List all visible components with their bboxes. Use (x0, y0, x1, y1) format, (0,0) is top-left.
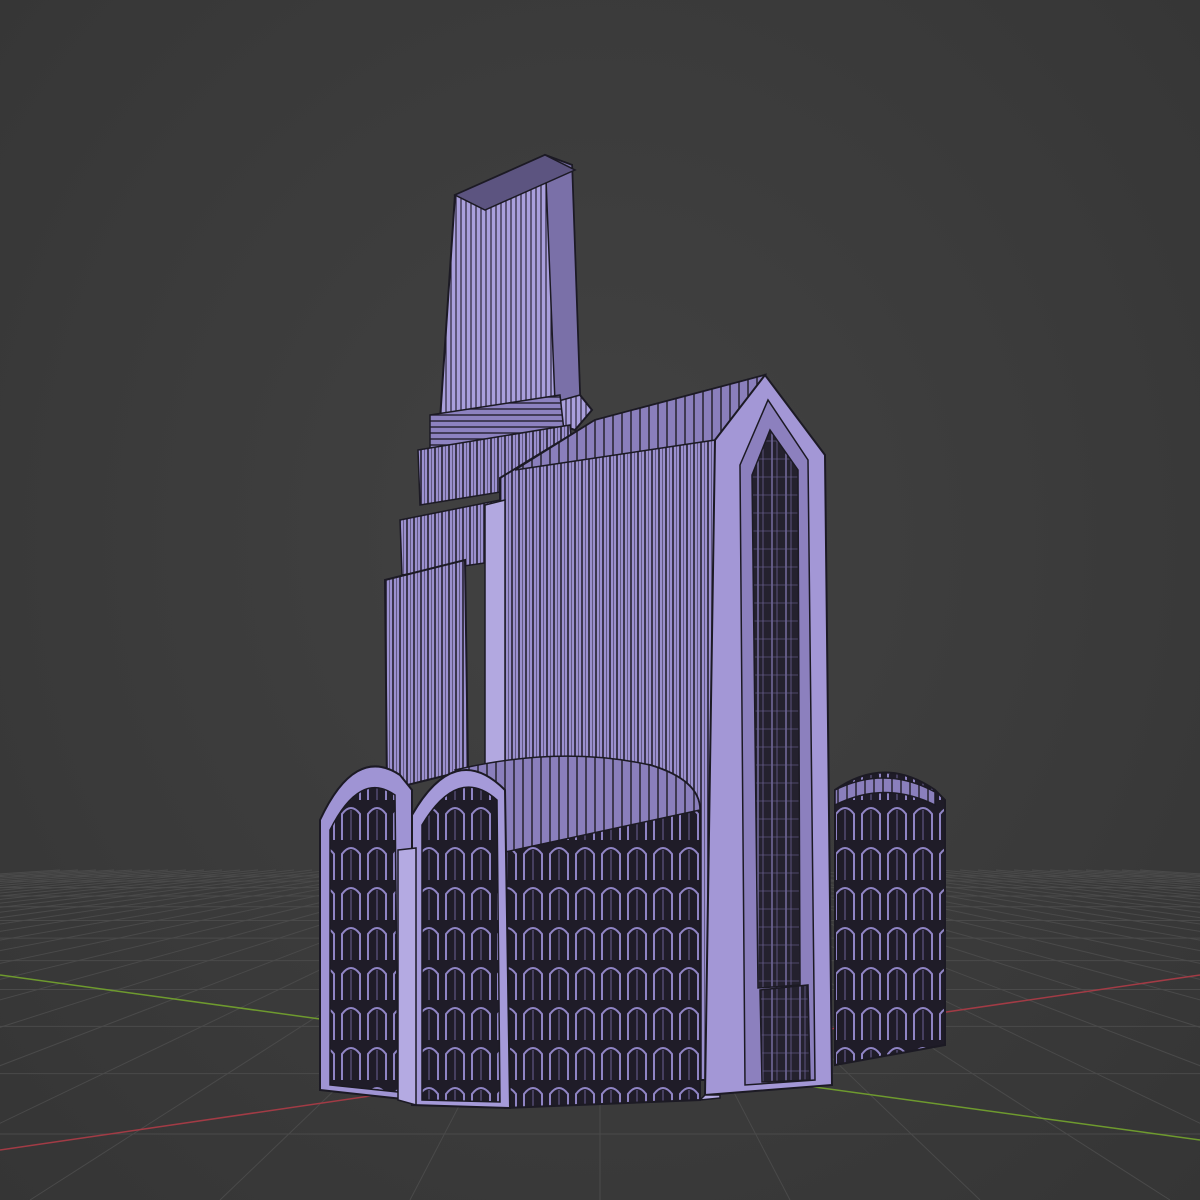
3d-viewport[interactable] (0, 0, 1200, 1200)
grid-line (0, 869, 259, 897)
grid-line (1085, 869, 1200, 879)
grid-line (0, 869, 97, 878)
grid-line (941, 869, 1200, 897)
grid-line (923, 869, 1200, 900)
cathedral-model-icon[interactable] (319, 153, 946, 1110)
grid-line (0, 869, 331, 913)
grid-line (1067, 869, 1200, 881)
grid-line (0, 869, 79, 876)
grid-line (0, 869, 169, 884)
viewport-canvas[interactable] (0, 0, 1200, 1200)
grid-line (1103, 869, 1200, 878)
grid-line (0, 869, 349, 919)
grid-line (0, 869, 115, 879)
grid-line (1121, 869, 1200, 876)
grid-line (0, 869, 277, 900)
grid-line (0, 869, 133, 881)
grid-line (0, 869, 313, 908)
grid-line (1031, 869, 1200, 884)
